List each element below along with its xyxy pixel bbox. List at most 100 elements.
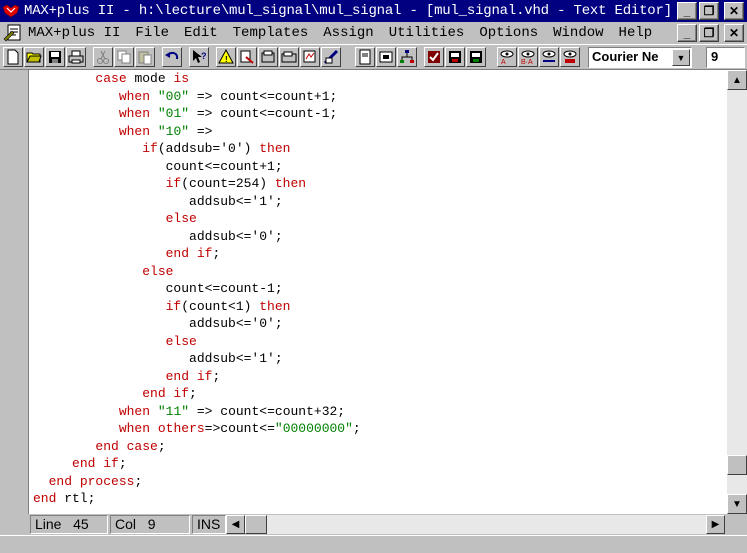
doc-restore-button[interactable]: ❐ xyxy=(699,24,719,42)
code-line[interactable]: case mode is xyxy=(33,70,361,88)
print-button[interactable] xyxy=(66,47,86,67)
code-string: "00000000" xyxy=(274,421,353,436)
code-line[interactable]: if(count<1) then xyxy=(33,298,361,316)
find-clique-button[interactable] xyxy=(539,47,559,67)
scroll-right-button[interactable]: ▶ xyxy=(706,515,725,534)
simulator-button[interactable] xyxy=(300,47,320,67)
horizontal-scroll-thumb[interactable] xyxy=(245,515,267,534)
code-string: "11" xyxy=(157,403,190,419)
code-line[interactable]: end case; xyxy=(33,438,361,456)
messages-button[interactable]: ! xyxy=(216,47,236,67)
scroll-left-button[interactable]: ◀ xyxy=(226,515,245,534)
code-line[interactable]: end if; xyxy=(33,368,361,386)
code-line[interactable]: if(count=254) then xyxy=(33,175,361,193)
svg-text:B·A: B·A xyxy=(521,59,533,65)
maximize-button[interactable]: ❐ xyxy=(699,2,719,20)
code-line[interactable]: else xyxy=(33,263,361,281)
code-keyword: if xyxy=(165,298,182,314)
code-text: addsub<='0'; xyxy=(33,228,283,244)
find-replace-button[interactable]: B·A xyxy=(518,47,538,67)
menu-templates[interactable]: Templates xyxy=(233,25,309,41)
new-file-icon xyxy=(7,49,19,65)
save-check-button[interactable] xyxy=(424,47,444,67)
code-line[interactable]: addsub<='0'; xyxy=(33,228,361,246)
code-keyword: then xyxy=(259,298,291,314)
scroll-down-button[interactable]: ▼ xyxy=(727,494,747,514)
open-hierarchy-button[interactable] xyxy=(355,47,375,67)
menu-help[interactable]: Help xyxy=(619,25,653,41)
code-text: =>count<= xyxy=(204,421,275,436)
code-line[interactable]: end process; xyxy=(33,473,361,491)
text-editor-document-icon[interactable] xyxy=(2,23,24,43)
menu-utilities[interactable]: Utilities xyxy=(389,25,465,41)
paste-button[interactable] xyxy=(135,47,155,67)
text-editor-area[interactable]: case mode is when "00" => count<=count+1… xyxy=(28,70,727,514)
code-line[interactable]: when "10" => xyxy=(33,123,361,141)
horizontal-scrollbar[interactable]: ◀ ▶ xyxy=(226,515,725,534)
cut-button[interactable] xyxy=(93,47,113,67)
hierarchy-down-button[interactable] xyxy=(376,47,396,67)
font-dropdown-button[interactable]: ▼ xyxy=(672,49,690,66)
code-line[interactable]: addsub<='1'; xyxy=(33,350,361,368)
find-error-button[interactable] xyxy=(560,47,580,67)
doc-minimize-button[interactable]: _ xyxy=(677,24,697,42)
code-line[interactable]: when "01" => count<=count-1; xyxy=(33,105,361,123)
doc-close-button[interactable]: ✕ xyxy=(724,24,744,42)
vertical-scroll-thumb[interactable] xyxy=(727,455,747,475)
code-text: (count<1) xyxy=(181,298,260,314)
arrow-down-icon: ▼ xyxy=(732,498,742,510)
minimize-button[interactable]: _ xyxy=(677,2,697,20)
menu-maxplus[interactable]: MAX+plus II xyxy=(28,25,120,41)
code-line[interactable]: when "00" => count<=count+1; xyxy=(33,88,361,106)
menu-assign[interactable]: Assign xyxy=(323,25,373,41)
menu-window[interactable]: Window xyxy=(553,25,603,41)
copy-button[interactable] xyxy=(114,47,134,67)
open-button[interactable] xyxy=(24,47,44,67)
menu-edit[interactable]: Edit xyxy=(184,25,218,41)
code-line[interactable]: addsub<='0'; xyxy=(33,315,361,333)
undo-button[interactable] xyxy=(162,47,182,67)
code-line[interactable]: count<=count-1; xyxy=(33,280,361,298)
compiler-button[interactable] xyxy=(279,47,299,67)
code-line[interactable]: count<=count+1; xyxy=(33,158,361,176)
hierarchy-tree-button[interactable] xyxy=(397,47,417,67)
context-help-button[interactable]: ? xyxy=(189,47,209,67)
font-name-select[interactable]: Courier Ne ▼ xyxy=(588,47,692,68)
new-button[interactable] xyxy=(3,47,23,67)
code-keyword: others xyxy=(157,421,205,436)
hierarchy-down-icon xyxy=(379,51,393,63)
timing-analyzer-button[interactable] xyxy=(321,47,341,67)
menu-options[interactable]: Options xyxy=(479,25,538,41)
save-simulate-button[interactable] xyxy=(466,47,486,67)
code-keyword: when xyxy=(118,123,151,139)
code-line[interactable]: end if; xyxy=(33,245,361,263)
save-button[interactable] xyxy=(45,47,65,67)
code-content[interactable]: case mode is when "00" => count<=count+1… xyxy=(33,70,361,508)
code-line[interactable]: end if; xyxy=(33,455,361,473)
hierarchy-display-button[interactable] xyxy=(237,47,257,67)
code-line[interactable]: if(addsub='0') then xyxy=(33,140,361,158)
floorplan-editor-button[interactable] xyxy=(258,47,278,67)
font-size-input[interactable]: 9 xyxy=(706,47,745,68)
vertical-scrollbar[interactable]: ▲ ▼ xyxy=(727,70,747,514)
code-line[interactable]: else xyxy=(33,210,361,228)
code-line[interactable]: when "11" => count<=count+32; xyxy=(33,403,361,421)
scroll-up-button[interactable]: ▲ xyxy=(727,70,747,90)
code-line[interactable]: end rtl; xyxy=(33,490,361,508)
code-line[interactable]: when others=>count<="00000000"; xyxy=(33,420,361,438)
save-compile-button[interactable] xyxy=(445,47,465,67)
code-line[interactable]: addsub<='1'; xyxy=(33,193,361,211)
warning-icon: ! xyxy=(218,49,234,64)
find-node-button[interactable]: A xyxy=(497,47,517,67)
close-button[interactable]: ✕ xyxy=(724,2,744,20)
code-line[interactable]: end if; xyxy=(33,385,361,403)
paste-icon xyxy=(138,51,152,65)
code-line[interactable]: else xyxy=(33,333,361,351)
restore-icon: ❐ xyxy=(703,4,715,18)
menu-file[interactable]: File xyxy=(135,25,169,41)
